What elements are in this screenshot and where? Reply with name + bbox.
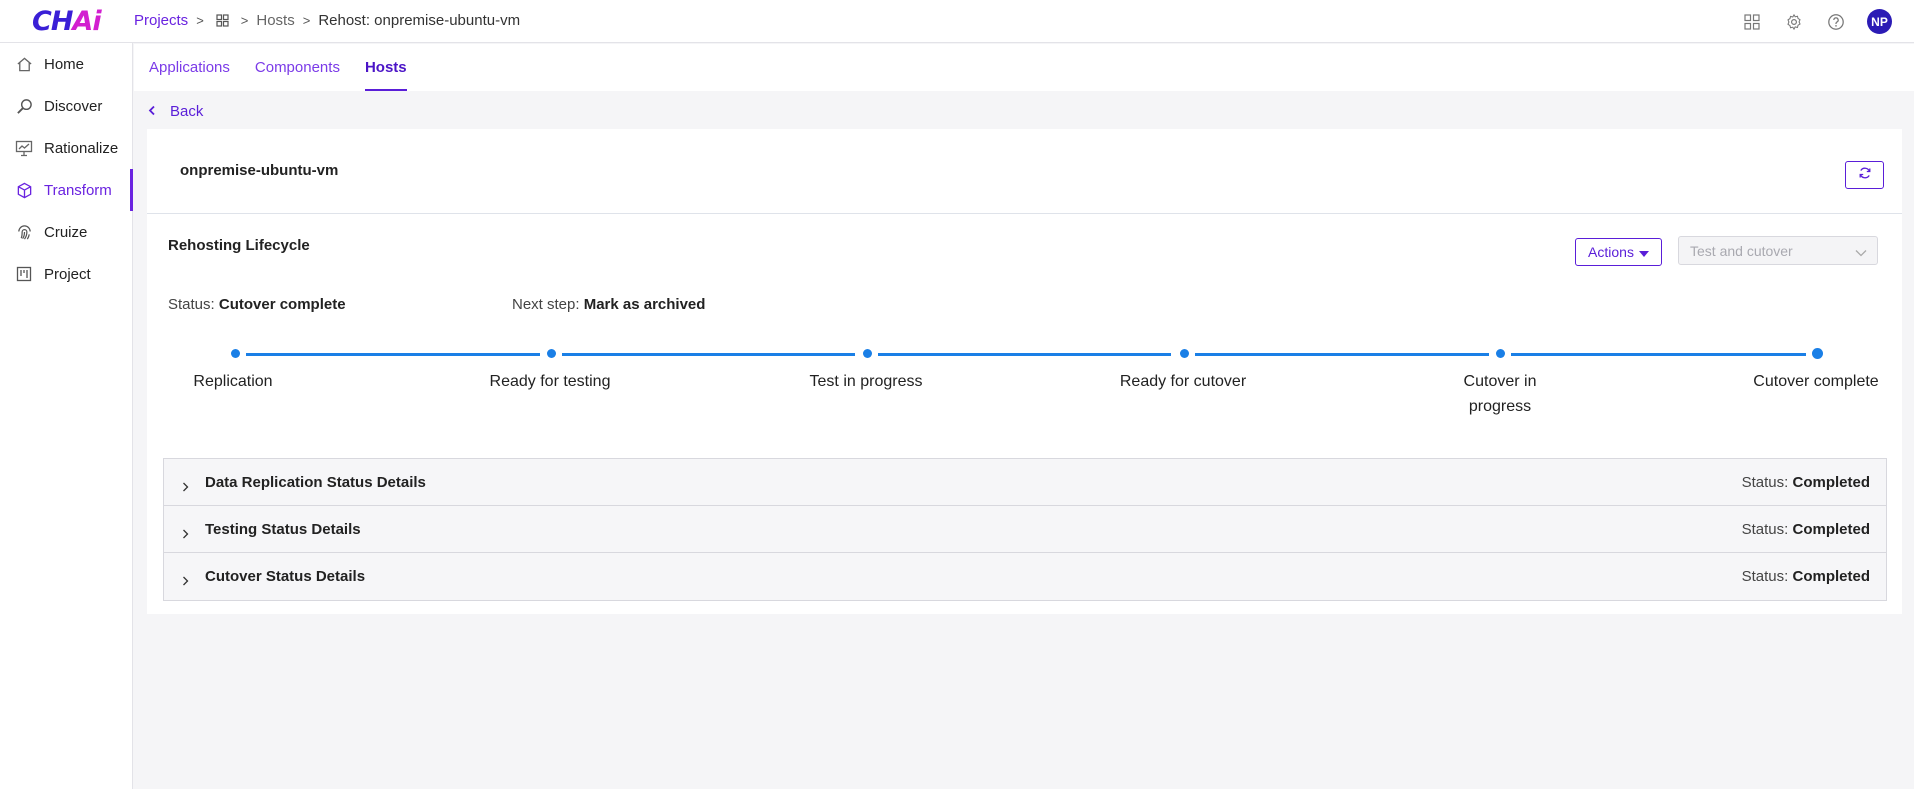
status-details-accordion: Data Replication Status Details Status: … [163,458,1887,601]
avatar[interactable]: NP [1867,9,1892,34]
progress-step-dot [863,349,872,358]
progress-step-label: Cutover complete [1753,373,1879,390]
chevron-right-icon [182,526,189,544]
refresh-icon [1858,166,1872,185]
status-value: Cutover complete [218,296,346,313]
progress-segment [878,353,1171,356]
progress-step-label: Ready for testing [489,373,611,390]
lifecycle-step-select[interactable]: Test and cutover [1678,236,1878,265]
accordion-status: Status: Completed [1741,568,1870,585]
breadcrumb: Projects > > Hosts > Rehost: onpremise-u… [134,12,520,29]
apps-grid-icon[interactable] [1741,11,1763,33]
sidebar: Home Discover Rationalize Transform Crui… [0,43,133,789]
sidebar-item-label: Transform [44,181,112,199]
discover-icon [15,97,33,115]
sidebar-item-label: Cruize [44,223,88,241]
actions-label: Actions [1588,244,1634,260]
accordion-status: Status: Completed [1741,521,1870,538]
app-logo[interactable]: CHAi [32,6,102,37]
refresh-button[interactable] [1845,161,1884,189]
tab-applications[interactable]: Applications [149,44,230,91]
chevron-right-icon: > [196,13,204,28]
accordion-title: Data Replication Status Details [205,474,426,491]
rationalize-icon [15,139,33,157]
chevron-left-icon [148,103,156,120]
board-icon [15,265,33,283]
chevron-right-icon [182,479,189,497]
sidebar-item-label: Project [44,265,91,283]
help-icon[interactable] [1825,11,1847,33]
lifecycle-status: Status: Cutover complete [168,296,346,313]
lifecycle-step-select-value: Test and cutover [1690,242,1793,259]
progress-segment [1511,353,1806,356]
back-label: Back [170,103,204,120]
next-step-value: Mark as archived [583,296,706,313]
chevron-right-icon: > [240,13,249,28]
gear-icon[interactable] [1783,11,1805,33]
lifecycle-next-step: Next step: Mark as archived [512,296,705,313]
accordion-row-testing[interactable]: Testing Status Details Status: Completed [164,506,1886,553]
lifecycle-title: Rehosting Lifecycle [168,237,310,254]
breadcrumb-current: Rehost: onpremise-ubuntu-vm [318,12,521,29]
tab-bar: Applications Components Hosts [134,44,1914,91]
accordion-title: Cutover Status Details [205,568,366,585]
progress-step-dot-current [1812,348,1823,359]
accordion-status: Status: Completed [1741,474,1870,491]
sidebar-item-label: Rationalize [44,139,119,157]
back-link[interactable]: Back [148,103,203,120]
grid-icon[interactable] [216,14,229,27]
host-name: onpremise-ubuntu-vm [180,162,339,179]
sidebar-item-rationalize[interactable]: Rationalize [0,127,132,169]
breadcrumb-hosts[interactable]: Hosts [256,12,294,29]
accordion-title: Testing Status Details [205,521,361,538]
status-label: Status: [168,296,215,313]
breadcrumb-projects[interactable]: Projects [134,12,188,29]
sidebar-item-label: Home [44,55,85,73]
progress-segment [562,353,855,356]
progress-step-label: Cutover in progress [1463,373,1537,415]
progress-step-label: Ready for cutover [1119,373,1247,390]
progress-step-dot [547,349,556,358]
progress-segment [1195,353,1489,356]
caret-down-icon [1638,244,1649,260]
sidebar-item-label: Discover [44,97,103,115]
fingerprint-icon [15,223,33,241]
sidebar-item-cruize[interactable]: Cruize [0,211,132,253]
sidebar-item-home[interactable]: Home [0,43,132,85]
progress-step-dot [1496,349,1505,358]
sidebar-item-transform[interactable]: Transform [0,169,133,211]
top-bar: CHAi Projects > > Hosts > Rehost: onprem… [0,0,1914,43]
actions-button[interactable]: Actions [1575,238,1662,266]
lifecycle-progress: Replication Ready for testing Test in pr… [147,348,1902,453]
sidebar-item-project[interactable]: Project [0,253,132,295]
tab-components[interactable]: Components [255,44,340,91]
progress-step-dot [1180,349,1189,358]
chevron-right-icon: > [302,13,311,28]
host-card: onpremise-ubuntu-vm Rehosting Lifecycle … [147,129,1902,614]
accordion-row-cutover[interactable]: Cutover Status Details Status: Completed [164,553,1886,600]
sidebar-item-discover[interactable]: Discover [0,85,132,127]
home-icon [15,55,33,73]
progress-step-dot [231,349,240,358]
accordion-row-data-replication[interactable]: Data Replication Status Details Status: … [164,459,1886,506]
tab-hosts[interactable]: Hosts [364,44,407,91]
progress-step-label: Replication [193,373,273,390]
progress-segment [246,353,540,356]
chevron-right-icon [182,573,189,591]
chevron-down-icon [1855,244,1867,260]
host-card-header: onpremise-ubuntu-vm [147,129,1902,214]
next-step-label: Next step: [512,296,580,313]
progress-step-label: Test in progress [809,373,923,390]
cube-icon [15,181,33,199]
